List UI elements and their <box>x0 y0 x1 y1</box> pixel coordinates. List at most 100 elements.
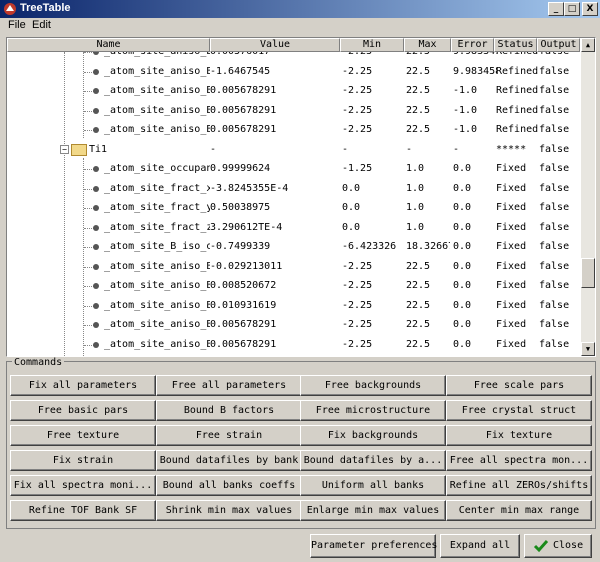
command-button-fix-all-parameters[interactable]: Fix all parameters <box>10 375 156 396</box>
column-header-value[interactable]: Value <box>210 38 340 52</box>
leaf-bullet-icon <box>93 185 99 192</box>
leaf-bullet-icon <box>93 52 99 55</box>
command-button-free-all-spectra-mon[interactable]: Free all spectra mon... <box>446 450 592 471</box>
command-button-free-basic-pars[interactable]: Free basic pars <box>10 400 156 421</box>
leaf-bullet-icon <box>93 127 99 133</box>
column-header-status[interactable]: Status <box>494 38 537 52</box>
cell-error: -1.0 <box>453 104 478 116</box>
cell-name: _atom_site_occupancy <box>104 163 210 174</box>
cell-min: 0.0 <box>342 221 361 233</box>
cell-error: 0.0 <box>453 202 472 213</box>
cell-output: false <box>539 338 570 350</box>
cell-output: false <box>539 241 570 252</box>
table-row[interactable]: _atom_site_aniso_B_33-1.6467545 -2.25 22.5… <box>7 62 580 82</box>
command-button-free-microstructure[interactable]: Free microstructure <box>300 400 446 421</box>
table-row[interactable]: _atom_site_aniso_B_120.005678291 -2.25 22.… <box>7 120 580 140</box>
command-button-free-scale-pars[interactable]: Free scale pars <box>446 375 592 396</box>
cell-status: ***** <box>496 143 527 155</box>
table-row[interactable]: _atom_site_B_iso_or_e-0.7499339 -6.423326… <box>7 237 580 257</box>
cell-value: -0.7499339 <box>210 241 271 252</box>
title-bar: TreeTable _ □ X <box>0 0 600 18</box>
command-button-free-strain[interactable]: Free strain <box>156 425 302 446</box>
cell-error: 0.0 <box>453 260 472 272</box>
cell-status: Refined <box>496 85 539 96</box>
table-row[interactable]: _atom_site_fract_y 0.50038975 0.0 1.0 0.0 Fix… <box>7 198 580 218</box>
table-row[interactable]: _atom_site_aniso_B_130.005678291 -2.25 22.… <box>7 101 580 121</box>
scroll-up-button[interactable]: ▲ <box>581 38 595 52</box>
minimize-button[interactable]: _ <box>548 2 564 16</box>
cell-name: _atom_site_B_iso_or_e <box>104 241 210 252</box>
column-header-min[interactable]: Min <box>340 38 404 52</box>
table-row[interactable]: _atom_site_fract_z 3.290612TE-4 0.0 1.0 0.0 F… <box>7 218 580 238</box>
column-header-max[interactable]: Max <box>404 38 451 52</box>
command-button-fix-strain[interactable]: Fix strain <box>10 450 156 471</box>
leaf-bullet-icon <box>93 244 99 250</box>
cell-value: 0.005678291 <box>210 124 277 135</box>
table-row[interactable]: _atom_site_aniso_B_230.005678291 -2.25 22.… <box>7 81 580 101</box>
command-button-free-crystal-struct[interactable]: Free crystal struct <box>446 400 592 421</box>
close-window-button[interactable]: X <box>582 2 598 16</box>
table-row[interactable]: _atom_site_aniso_B_130.005678291 -2.25 22.… <box>7 335 580 355</box>
column-header-name[interactable]: Name <box>7 38 210 52</box>
scroll-down-button[interactable]: ▼ <box>581 342 595 356</box>
table-row[interactable]: _atom_site_occupancy0.99999624 -1.25 1.0 0.… <box>7 159 580 179</box>
tree-table[interactable]: Name Value Min Max Error Status Output _… <box>6 37 596 357</box>
cell-max: 18.326674 <box>406 241 450 252</box>
cell-status: Fixed <box>496 299 527 311</box>
column-header-error[interactable]: Error <box>451 38 494 52</box>
command-button-free-texture[interactable]: Free texture <box>10 425 156 446</box>
close-button[interactable]: Close <box>524 534 592 558</box>
maximize-button[interactable]: □ <box>564 2 580 16</box>
command-button-fix-all-spectra-moni[interactable]: Fix all spectra moni... <box>10 475 156 496</box>
table-row[interactable]: _atom_site_aniso_B_230.005678291 -2.25 22.… <box>7 315 580 335</box>
command-button-center-min-max-range[interactable]: Center min max range <box>446 500 592 521</box>
table-body: _atom_site_aniso_B_220.00576017-2.2522.5… <box>7 52 580 356</box>
table-row[interactable]: _atom_site_aniso_B_220.00576017 -2.2522.5… <box>7 52 580 62</box>
table-row[interactable]: _atom_site_aniso_B_330.010931619 -2.25 22.… <box>7 296 580 316</box>
command-button-bound-datafiles-by-a[interactable]: Bound datafiles by a... <box>300 450 446 471</box>
command-button-uniform-all-banks[interactable]: Uniform all banks <box>300 475 446 496</box>
table-row[interactable]: _atom_site_aniso_B_220.008520672 -2.25 22.… <box>7 276 580 296</box>
expand-all-button[interactable]: Expand all <box>440 534 520 558</box>
check-icon <box>533 540 549 553</box>
command-button-enlarge-min-max-values[interactable]: Enlarge min max values <box>300 500 446 521</box>
folder-icon <box>71 143 87 156</box>
table-row[interactable]: _atom_site_aniso_B_11-0.029213011 -2.25 22… <box>7 257 580 277</box>
cell-name: _atom_site_aniso_B_11 <box>104 260 210 272</box>
cell-name: _atom_site_fract_z <box>104 221 210 233</box>
cell-status: Refined <box>496 124 539 135</box>
cell-max: 22.5 <box>406 52 450 62</box>
parameter-preferences-button[interactable]: Parameter preferences <box>310 534 437 558</box>
leaf-bullet-icon <box>93 283 99 289</box>
column-header-output[interactable]: Output <box>537 38 580 52</box>
cell-error: 9.983458 <box>453 65 497 77</box>
leaf-bullet-icon <box>93 205 99 211</box>
command-button-free-backgrounds[interactable]: Free backgrounds <box>300 375 446 396</box>
tree-folder-row[interactable]: − Ti1 - - - - ***** false <box>7 140 580 160</box>
command-button-shrink-min-max-values[interactable]: Shrink min max values <box>156 500 302 521</box>
menu-file[interactable]: File <box>8 19 26 31</box>
cell-value: 0.005678291 <box>210 104 277 116</box>
command-button-free-all-parameters[interactable]: Free all parameters <box>156 375 302 396</box>
cell-min: -2.25 <box>342 124 373 135</box>
command-button-bound-datafiles-by-bank[interactable]: Bound datafiles by bank <box>156 450 302 471</box>
cell-output: false <box>539 124 570 135</box>
command-button-refine-tof-bank-sf[interactable]: Refine TOF Bank SF <box>10 500 156 521</box>
commands-group-label: Commands <box>12 357 65 368</box>
command-button-fix-backgrounds[interactable]: Fix backgrounds <box>300 425 446 446</box>
menu-edit[interactable]: Edit <box>32 19 51 31</box>
scroll-thumb[interactable] <box>581 258 595 288</box>
vertical-scrollbar[interactable]: ▲ ▼ <box>581 38 595 356</box>
cell-status: Fixed <box>496 202 527 213</box>
command-button-bound-all-banks-coeffs[interactable]: Bound all banks coeffs <box>156 475 302 496</box>
command-button-bound-b-factors[interactable]: Bound B factors <box>156 400 302 421</box>
command-button-fix-texture[interactable]: Fix texture <box>446 425 592 446</box>
command-button-refine-all-zeros-shifts[interactable]: Refine all ZEROs/shifts <box>446 475 592 496</box>
collapse-toggle-icon[interactable]: − <box>60 144 69 154</box>
cell-max: 1.0 <box>406 221 425 233</box>
leaf-bullet-icon <box>93 88 99 94</box>
cell-error: 0.0 <box>453 163 472 174</box>
cell-status: Fixed <box>496 280 527 291</box>
table-row[interactable]: _atom_site_fract_x -3.8245355E-4 0.0 1.0 0.0… <box>7 179 580 199</box>
leaf-bullet-icon <box>93 302 99 309</box>
